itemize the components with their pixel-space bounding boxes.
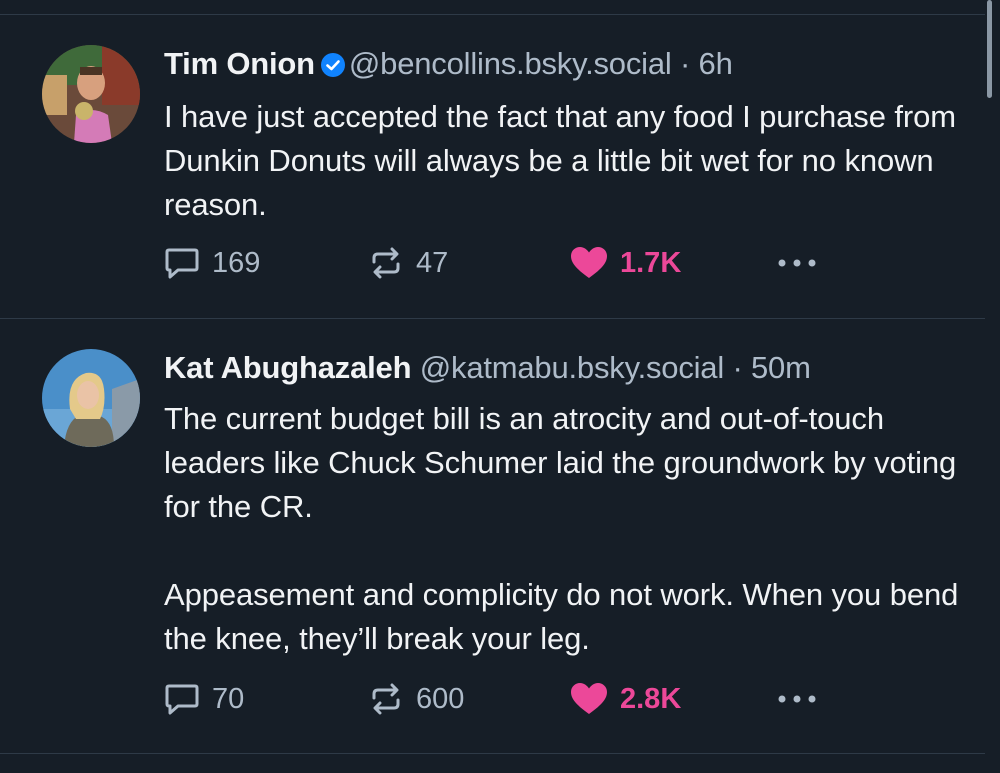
post-text: I have just accepted the fact that any f… [164,99,956,222]
post-actions: 169 47 1.7K [164,246,964,286]
separator: · [679,46,691,81]
author-handle[interactable]: @bencollins.bsky.social [349,46,672,81]
post-text: The current budget bill is an atrocity a… [164,401,959,656]
post-item[interactable]: Tim Onion @bencollins.bsky.social · 6h I … [0,0,985,318]
heart-icon [571,247,607,278]
ellipsis-icon [778,259,816,267]
post-time[interactable]: 50m [751,350,811,385]
like-button[interactable]: 1.7K [570,246,681,280]
avatar[interactable] [42,349,140,447]
author-name[interactable]: Kat Abughazaleh [164,350,412,385]
like-button[interactable]: 2.8K [570,682,681,716]
more-options-button[interactable] [776,256,818,274]
more-options-button[interactable] [776,692,818,710]
post-actions: 70 600 2.8K [164,682,964,722]
comment-icon [165,248,199,279]
post-time[interactable]: 6h [699,46,733,81]
reply-button[interactable]: 70 [164,682,244,716]
author-handle[interactable]: @katmabu.bsky.social [420,350,724,385]
avatar[interactable] [42,45,140,143]
heart-icon [571,683,607,714]
reply-count: 169 [212,246,261,279]
repost-button[interactable]: 47 [368,246,448,280]
comment-icon [165,684,199,715]
repost-icon [372,247,400,279]
scrollbar[interactable] [987,0,992,98]
repost-icon [372,683,400,715]
reply-button[interactable]: 169 [164,246,260,280]
like-count: 2.8K [620,682,682,715]
post-header: Tim Onion @bencollins.bsky.social · 6h [164,46,733,85]
post-item[interactable]: Kat Abughazaleh @katmabu.bsky.social · 5… [0,319,985,753]
bottom-divider [0,753,985,754]
like-count: 1.7K [620,246,682,279]
repost-count: 600 [416,682,465,715]
separator: · [732,350,743,385]
ellipsis-icon [778,695,816,703]
post-header: Kat Abughazaleh @katmabu.bsky.social · 5… [164,350,811,386]
repost-count: 47 [416,246,449,279]
repost-button[interactable]: 600 [368,682,464,716]
author-name[interactable]: Tim Onion [164,46,315,81]
reply-count: 70 [212,682,245,715]
verified-badge-icon [320,49,345,85]
